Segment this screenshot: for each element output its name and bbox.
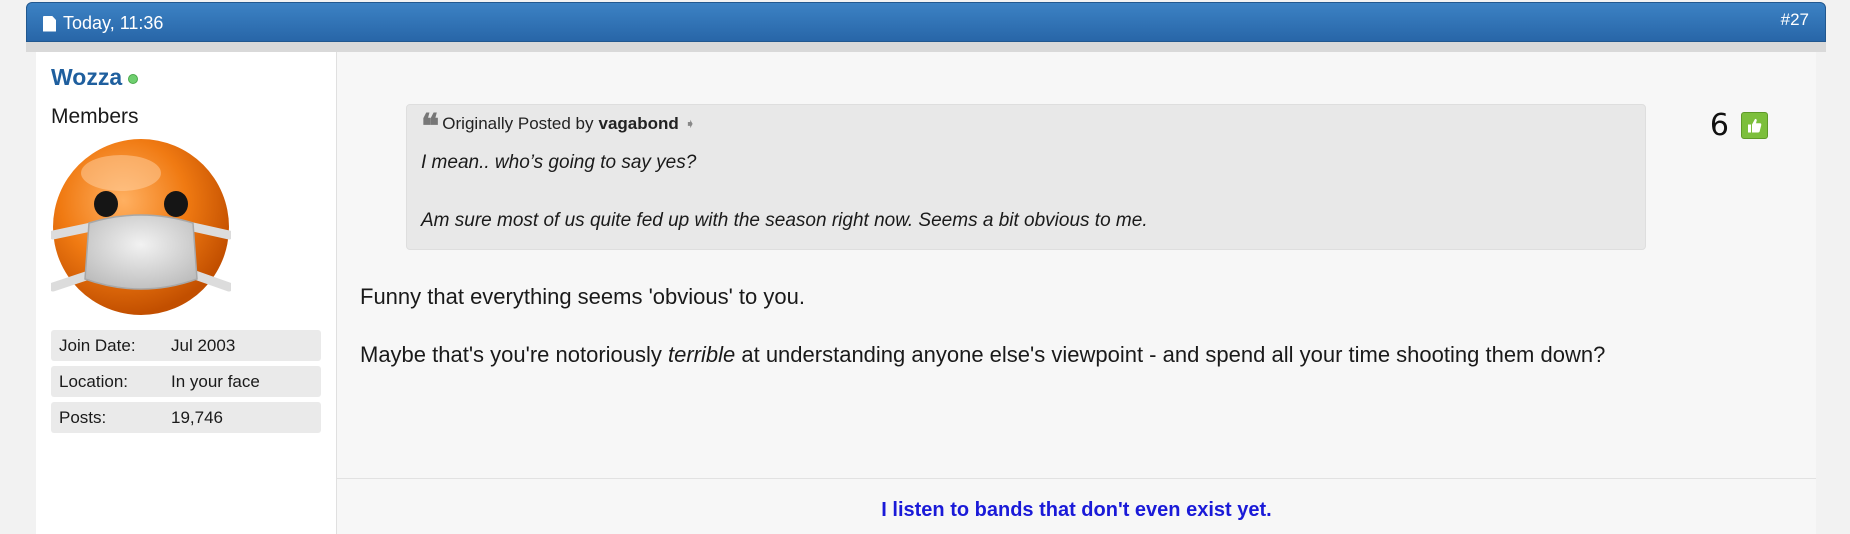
- user-title: Members: [51, 105, 139, 128]
- stat-value: In your face: [171, 371, 260, 391]
- stat-posts: Posts: 19,746: [51, 402, 321, 433]
- message-paragraph: Funny that everything seems 'obvious' to…: [360, 284, 805, 309]
- stat-label: Posts:: [59, 407, 107, 427]
- stat-value: 19,746: [171, 407, 223, 427]
- stat-label: Location:: [59, 371, 128, 391]
- quote-prefix: Originally Posted by: [442, 114, 594, 133]
- signature: I listen to bands that don't even exist …: [881, 499, 1272, 521]
- stat-location: Location: In your face: [51, 366, 321, 397]
- online-status-icon: [128, 74, 139, 84]
- user-stats: Join Date: Jul 2003 Location: In your fa…: [51, 330, 321, 433]
- reputation: 6: [1710, 108, 1768, 143]
- stat-label: Join Date:: [59, 335, 136, 355]
- post-date: Today, 11:36: [43, 13, 163, 34]
- reputation-count: 6: [1709, 108, 1729, 143]
- stat-value: Jul 2003: [171, 335, 236, 355]
- header-strip: [26, 42, 1826, 52]
- quote-icon: ❝: [421, 107, 439, 147]
- document-icon: [43, 15, 56, 32]
- user-info-panel: Wozza Members Join Date: Jul 2003 Locati…: [36, 52, 337, 534]
- post-date-text: Today, 11:36: [63, 13, 164, 33]
- post-number-link[interactable]: #27: [1781, 10, 1809, 30]
- message-text: at understanding anyone else's viewpoint…: [735, 342, 1606, 367]
- quote-line: Am sure most of us quite fed up with the…: [421, 210, 1148, 231]
- quote-text: I mean.. who’s going to say yes? Am sure…: [421, 148, 1631, 235]
- quote-line: I mean.. who’s going to say yes?: [421, 152, 697, 173]
- post-header: Today, 11:36 #27: [26, 2, 1826, 42]
- avatar[interactable]: [51, 137, 231, 317]
- quote-block: ❝ Originally Posted by vagabond ➧ I mean…: [406, 104, 1646, 250]
- message-emphasis: terrible: [668, 342, 736, 367]
- quote-author: vagabond: [598, 114, 679, 133]
- signature-divider: [337, 478, 1816, 479]
- post-body: Wozza Members Join Date: Jul 2003 Locati…: [36, 52, 1816, 534]
- like-button[interactable]: [1741, 112, 1768, 139]
- view-post-icon[interactable]: ➧: [685, 116, 696, 132]
- post-message: Funny that everything seems 'obvious' to…: [360, 284, 1605, 368]
- post-content: ❝ Originally Posted by vagabond ➧ I mean…: [337, 52, 1816, 534]
- message-paragraph: Maybe that's you're notoriously terrible…: [360, 342, 1605, 368]
- username-link[interactable]: Wozza: [51, 64, 122, 91]
- message-text: Maybe that's you're notoriously: [360, 342, 668, 367]
- thumbs-up-icon: [1748, 118, 1762, 133]
- stat-join-date: Join Date: Jul 2003: [51, 330, 321, 361]
- forum-post: Today, 11:36 #27 Wozza Members Join Date…: [26, 2, 1826, 534]
- quote-header: ❝ Originally Posted by vagabond ➧: [421, 107, 1631, 147]
